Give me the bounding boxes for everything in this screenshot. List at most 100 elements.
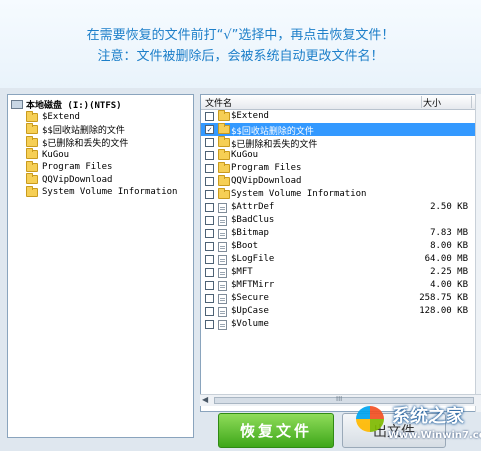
file-name: $BadClus [231,215,275,225]
file-row[interactable]: $AttrDef2.50 KB0 [201,201,481,214]
folder-icon [218,110,230,121]
tree-item[interactable]: System Volume Information [26,185,178,198]
file-checkbox[interactable] [205,138,214,147]
file-size: 2.25 MB [430,267,468,277]
file-name: $UpCase [231,306,269,316]
file-name: $LogFile [231,254,275,264]
tree-item[interactable]: $已删除和丢失的文件 [26,135,129,149]
tree-item[interactable]: $$回收站删除的文件 [26,123,125,136]
file-checkbox[interactable] [205,294,214,303]
scroll-left-arrow-icon[interactable]: ◀ [202,395,208,404]
folder-icon [218,188,230,199]
file-checkbox[interactable] [205,268,214,277]
scroll-thumb[interactable] [214,397,474,404]
column-separator[interactable] [421,96,422,108]
file-checkbox[interactable] [205,229,214,238]
file-checkbox[interactable] [205,203,214,212]
drive-tree[interactable]: 本地磁盘 (I:)(NTFS) $Extend $$回收站删除的文件 $已删除和丢失… [7,94,194,438]
file-icon [218,294,227,304]
instruction-line-1: 在需要恢复的文件前打“√”选择中，再点击恢复文件！ [86,28,395,43]
file-row[interactable]: Program Files1 [201,162,481,175]
file-row[interactable]: KuGou1 [201,149,481,162]
folder-icon [26,148,38,159]
tree-root-drive[interactable]: 本地磁盘 (I:)(NTFS) [11,98,122,111]
file-checkbox[interactable] [205,320,214,329]
file-list[interactable]: 文件名 大小 $Extend0✓$$回收站删除的文件0$已删除和丢失的文件0Ku… [200,94,481,412]
file-checkbox[interactable] [205,164,214,173]
folder-icon [26,173,38,184]
file-icon [218,242,227,252]
file-name: $Secure [231,293,269,303]
instruction-line-2: 注意：文件被删除后，会被系统自动更改文件名！ [97,49,384,64]
file-name: QQVipDownload [231,176,302,186]
file-icon [218,320,227,330]
file-checkbox[interactable] [205,177,214,186]
folder-icon [26,135,38,147]
file-icon [218,229,227,239]
file-size: 7.83 MB [430,228,468,238]
folder-icon [218,136,230,147]
recover-files-button[interactable]: 恢复文件 [218,413,334,448]
file-checkbox[interactable] [205,216,214,225]
file-row[interactable]: $Extend0 [201,110,481,123]
file-name: System Volume Information [231,189,367,199]
file-name: $MFT [231,267,253,277]
file-size: 64.00 MB [424,254,468,264]
file-list-header: 文件名 大小 [201,95,481,110]
file-row[interactable]: ✓$$回收站删除的文件0 [201,123,481,137]
column-header-name[interactable]: 文件名 [205,96,232,109]
file-name: $Boot [231,241,259,251]
tree-item-label: QQVipDownload [42,174,113,185]
file-checkbox[interactable] [205,307,214,316]
tree-item-label: System Volume Information [42,187,178,197]
file-checkbox[interactable] [205,281,214,290]
file-icon [218,203,227,213]
file-checkbox[interactable]: ✓ [205,125,214,134]
file-icon [218,268,227,278]
file-row[interactable]: $UpCase128.00 KB0 [201,305,481,318]
file-icon [218,307,227,317]
tree-item-label: $已删除和丢失的文件 [42,138,129,149]
folder-icon [26,110,38,122]
column-header-size[interactable]: 大小 [423,96,441,109]
tree-root-label: 本地磁盘 (I:)(NTFS) [26,101,122,111]
file-row[interactable]: System Volume Information0 [201,188,481,201]
tree-item[interactable]: $Extend [26,110,80,123]
file-checkbox[interactable] [205,242,214,251]
file-name: Program Files [231,163,302,173]
file-checkbox[interactable] [205,151,214,160]
file-checkbox[interactable] [205,255,214,264]
file-name: KuGou [231,150,259,160]
file-row[interactable]: $LogFile64.00 MB0 [201,253,481,266]
instruction-banner: 在需要恢复的文件前打“√”选择中，再点击恢复文件！ 注意：文件被删除后，会被系统… [0,0,481,89]
file-row[interactable]: QQVipDownload1 [201,175,481,188]
file-row[interactable]: $BadClus0 [201,214,481,227]
folder-icon [218,175,230,186]
column-separator[interactable] [471,96,472,108]
file-icon [218,281,227,291]
file-checkbox[interactable] [205,112,214,121]
tree-item[interactable]: QQVipDownload [26,173,113,186]
tree-item[interactable]: KuGou [26,148,70,161]
file-icon [218,216,227,226]
file-row[interactable]: $Bitmap7.83 MB0 [201,227,481,240]
folder-icon [218,162,230,173]
file-icon [218,255,227,265]
file-row[interactable]: $已删除和丢失的文件0 [201,136,481,150]
file-row[interactable]: $Secure258.75 KB0 [201,292,481,305]
tree-item-label: KuGou [42,149,70,160]
file-row[interactable]: $Volume0 [201,318,481,331]
horizontal-scrollbar[interactable]: ◀ III [200,394,481,406]
folder-icon [26,185,38,197]
file-name: $Extend [231,111,269,121]
file-checkbox[interactable] [205,190,214,199]
tree-item[interactable]: Program Files [26,160,112,173]
file-size: 8.00 KB [430,241,468,251]
scroll-grip: III [336,395,343,403]
file-row[interactable]: $MFT2.25 MB0 [201,266,481,279]
file-row[interactable]: $MFTMirr4.00 KB0 [201,279,481,292]
vertical-scrollbar[interactable] [475,94,481,412]
file-row[interactable]: $Boot8.00 KB0 [201,240,481,253]
export-files-button[interactable]: 出文件 [342,413,446,448]
folder-icon [218,149,230,160]
